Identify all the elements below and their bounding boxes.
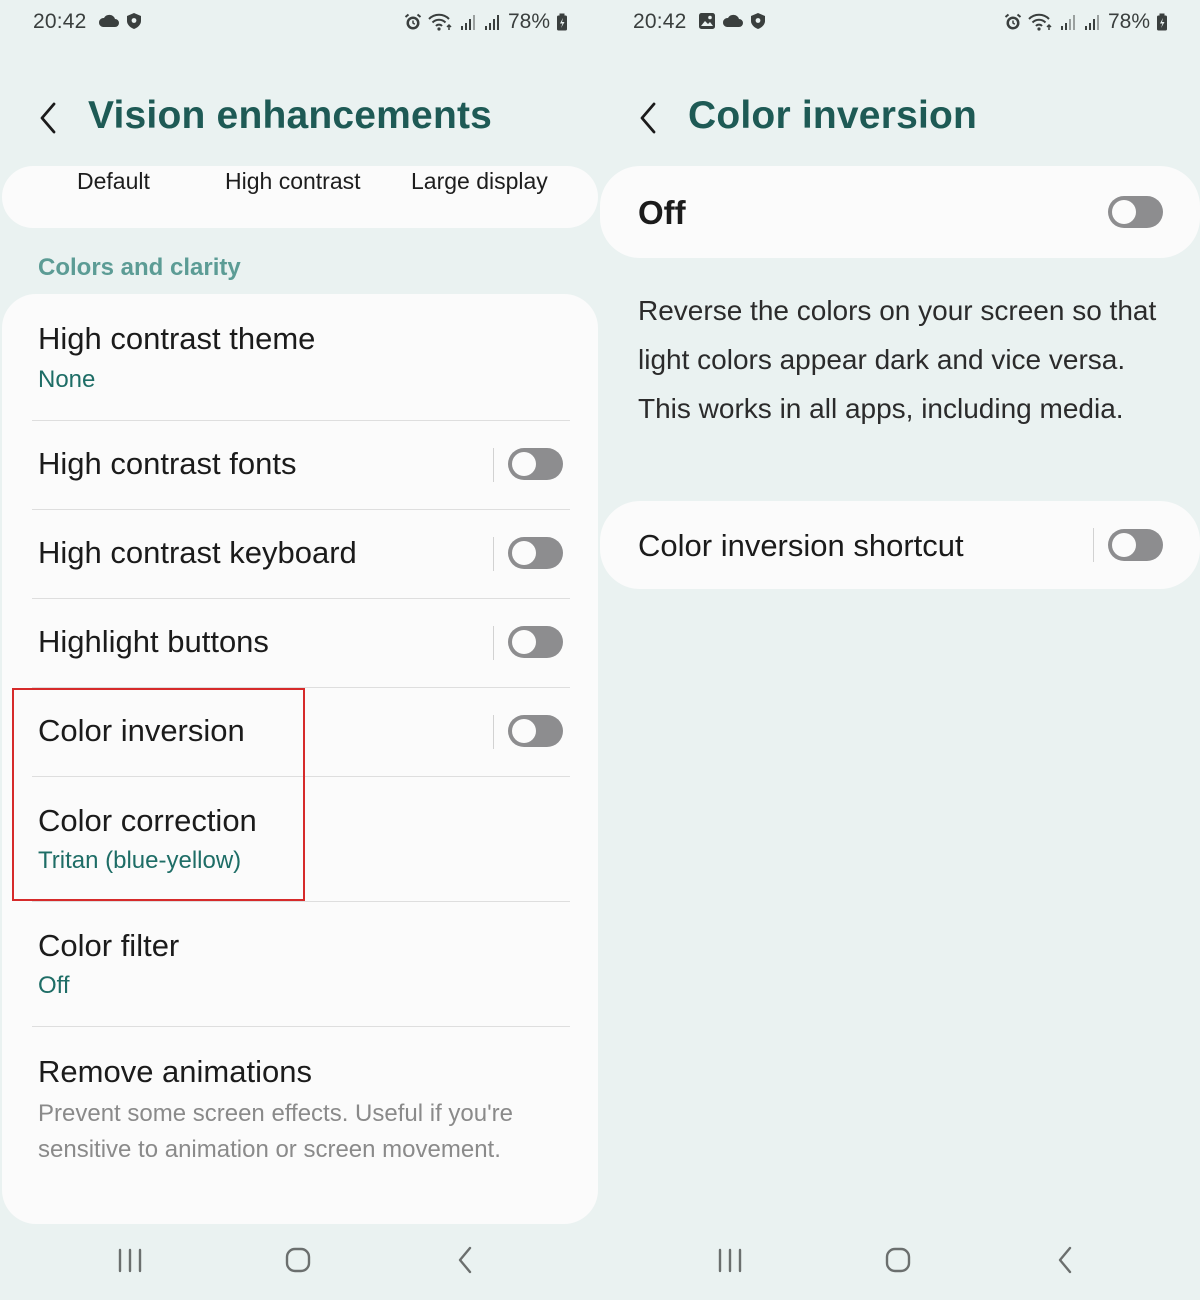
wifi-icon — [1028, 13, 1054, 31]
color-inversion-shortcut-item[interactable]: Color inversion shortcut — [600, 501, 1200, 589]
chevron-left-icon[interactable] — [32, 96, 68, 140]
signal-icon — [484, 13, 502, 31]
alarm-icon — [404, 13, 422, 31]
separator — [1093, 528, 1094, 562]
navigation-bar — [600, 1240, 1200, 1280]
cloud-icon — [98, 13, 120, 29]
wifi-icon — [428, 13, 454, 31]
highlight-buttons-toggle[interactable] — [508, 626, 563, 658]
status-time: 20:42 — [33, 10, 87, 33]
status-bar: 20:42 78% — [600, 8, 1200, 38]
battery-icon — [556, 13, 568, 31]
alarm-icon — [1004, 13, 1022, 31]
color-correction-item[interactable]: Color correction Tritan (blue-yellow) — [2, 777, 598, 901]
back-icon[interactable] — [1046, 1240, 1086, 1280]
header: Vision enhancements — [0, 88, 600, 148]
high-contrast-keyboard-item[interactable]: High contrast keyboard — [2, 510, 598, 598]
separator — [493, 537, 494, 571]
image-icon — [698, 12, 716, 30]
item-subtitle: Off — [38, 972, 70, 999]
item-title: High contrast keyboard — [38, 535, 357, 570]
master-switch-toggle[interactable] — [1108, 196, 1163, 228]
item-title: Color correction — [38, 803, 257, 838]
home-icon[interactable] — [278, 1240, 318, 1280]
item-title: High contrast fonts — [38, 446, 297, 481]
color-inversion-item[interactable]: Color inversion — [2, 688, 598, 776]
high-contrast-fonts-item[interactable]: High contrast fonts — [2, 421, 598, 509]
high-contrast-theme-item[interactable]: High contrast theme None — [2, 294, 598, 420]
page-title: Vision enhancements — [88, 94, 493, 137]
tab-default[interactable]: Default — [77, 168, 150, 195]
page-title: Color inversion — [688, 94, 978, 137]
item-title: Highlight buttons — [38, 624, 269, 659]
chevron-left-icon[interactable] — [632, 96, 668, 140]
signal-icon — [1060, 13, 1078, 31]
separator — [493, 448, 494, 482]
header: Color inversion — [600, 88, 1200, 148]
cloud-icon — [722, 13, 744, 29]
battery-percent: 78% — [507, 10, 550, 33]
item-title: Color filter — [38, 928, 180, 963]
color-inversion-screen: 20:42 78% Color inversion Off Reverse th… — [600, 0, 1200, 1300]
shield-icon — [750, 12, 766, 30]
shortcut-label: Color inversion shortcut — [638, 528, 964, 563]
item-subtitle: Tritan (blue-yellow) — [38, 847, 242, 874]
feature-description: Reverse the colors on your screen so tha… — [638, 295, 1157, 424]
signal-icon — [460, 13, 478, 31]
battery-percent: 78% — [1107, 10, 1150, 33]
back-icon[interactable] — [446, 1240, 486, 1280]
item-title: High contrast theme — [38, 321, 316, 356]
status-bar: 20:42 78% — [0, 8, 600, 38]
navigation-bar — [0, 1240, 600, 1280]
high-contrast-fonts-toggle[interactable] — [508, 448, 563, 480]
item-description: Prevent some screen effects. Useful if y… — [38, 1100, 514, 1163]
separator — [493, 626, 494, 660]
tab-large-display[interactable]: Large display — [411, 168, 548, 195]
recents-icon[interactable] — [110, 1240, 150, 1280]
section-label: Colors and clarity — [38, 254, 241, 281]
remove-animations-item[interactable]: Remove animations Prevent some screen ef… — [2, 1027, 598, 1217]
highlight-buttons-item[interactable]: Highlight buttons — [2, 599, 598, 687]
separator — [493, 715, 494, 749]
settings-list: High contrast theme None High contrast f… — [2, 294, 598, 1224]
high-contrast-keyboard-toggle[interactable] — [508, 537, 563, 569]
item-subtitle: None — [38, 366, 96, 393]
color-inversion-shortcut-toggle[interactable] — [1108, 529, 1163, 561]
master-switch-card[interactable]: Off — [600, 166, 1200, 258]
status-time: 20:42 — [633, 10, 687, 33]
recents-icon[interactable] — [710, 1240, 750, 1280]
tab-high-contrast[interactable]: High contrast — [225, 168, 361, 195]
signal-icon — [1084, 13, 1102, 31]
color-filter-item[interactable]: Color filter Off — [2, 902, 598, 1026]
vision-enhancements-screen: 20:42 78% Vision enhancements Default Hi… — [0, 0, 600, 1300]
battery-icon — [1156, 13, 1168, 31]
item-title: Remove animations — [38, 1054, 312, 1089]
home-icon[interactable] — [878, 1240, 918, 1280]
shield-icon — [126, 12, 142, 30]
preset-tabs: Default High contrast Large display — [2, 166, 598, 228]
item-title: Color inversion — [38, 713, 245, 748]
color-inversion-toggle[interactable] — [508, 715, 563, 747]
master-switch-label: Off — [638, 194, 686, 231]
